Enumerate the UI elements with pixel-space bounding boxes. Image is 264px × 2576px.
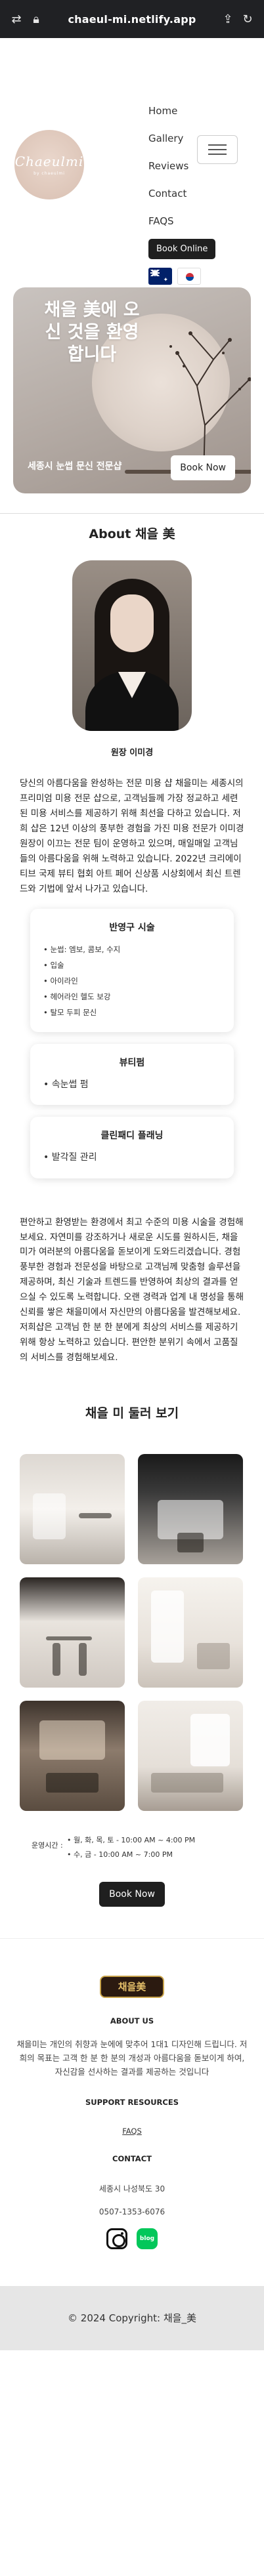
tabs-icon[interactable]: ⇄ [11,12,22,26]
site-header: Chaeulmi by chaeulmi Home Gallery Review… [0,38,264,285]
service-item: 속눈썹 펌 [43,1077,221,1093]
main-nav: Home Gallery Reviews Contact FAQS Book O… [148,104,216,259]
site-footer: 채을美 ABOUT US 채을미는 개인의 취향과 눈에에 맞추어 1대1 디자… [0,1938,264,2350]
hero-title: 채을 美에 오신 것을 환영합니다 [44,300,140,365]
footer-logo[interactable]: 채을美 [100,1975,164,1998]
service-item: 헤어라인 헬도 보강 [43,989,221,1005]
footer-contact-heading: CONTACT [112,2153,152,2163]
about-title: About 채을 美 [89,527,175,541]
hours-line: 수, 금 - 10:00 AM ~ 7:00 PM [67,1848,195,1862]
footer-about-text: 채을미는 개인의 취향과 눈에에 맞추어 1대1 디자인해 드립니다. 저희의 … [16,2039,248,2077]
gallery-title: 채을 미 둘러 보기 [85,1405,179,1421]
about-paragraph-2: 편안하고 환영받는 환경에서 최고 수준의 미용 시술을 경험해 보세요. 자연… [20,1216,244,1363]
english-flag-icon[interactable] [148,268,172,285]
book-now-button[interactable]: Book Now [99,1881,165,1907]
book-online-button[interactable]: Book Online [148,239,216,259]
address-bar[interactable]: chaeul-mi.netlify.app [50,13,214,26]
hours-line: 월, 화, 목, 토 - 10:00 AM ~ 4:00 PM [67,1833,195,1848]
director-caption: 원장 이미경 [110,748,154,758]
gallery-grid [20,1453,264,1811]
logo-subtext: by chaeulmi [33,171,65,176]
footer-address: 세종시 나성북도 30 [99,2184,165,2193]
service-item: 눈썹: 엠보, 콤보, 수지 [43,942,221,957]
hero-banner: 채을 美에 오신 것을 환영합니다 세종시 눈썹 문신 전문샵 Book Now [13,287,251,493]
footer-faqs-link[interactable]: FAQS [0,2127,264,2136]
social-links: blog [0,2228,264,2249]
nav-home[interactable]: Home [148,97,215,125]
gallery-image[interactable] [20,1700,125,1811]
gallery-image[interactable] [138,1577,243,1688]
naver-blog-icon[interactable]: blog [137,2228,158,2249]
gallery-image[interactable] [138,1700,243,1811]
service-item: 입술 [43,957,221,973]
reload-icon[interactable]: ↻ [242,12,253,26]
browser-bar: ⇄ 🔒︎ chaeul-mi.netlify.app ⇪ ↻ [0,0,264,38]
service-card-pedi: 클린패디 플래닝 발각질 관리 [30,1117,234,1178]
hamburger-icon [208,144,227,146]
hero-book-now-button[interactable]: Book Now [171,455,235,480]
language-switcher [148,268,201,285]
gallery-image[interactable] [20,1577,125,1688]
about-paragraph-1: 당신의 아름다움을 완성하는 전문 미용 샵 채을미는 세종시의 프리미엄 미용… [20,778,244,894]
footer-support-heading: SUPPORT RESOURCES [85,2097,179,2107]
lock-icon: 🔒︎ [33,12,39,26]
service-item: 탈모 두피 문신 [43,1005,221,1020]
logo-text: Chaeulmi [14,154,84,169]
korean-flag-icon[interactable] [177,268,201,285]
service-card-title: 클린패디 플래닝 [100,1131,164,1142]
hours-label: 운영시간 : [32,1840,63,1850]
gallery-image[interactable] [20,1453,125,1564]
director-photo [72,560,192,731]
service-item: 발각질 관리 [43,1150,221,1166]
nav-faqs[interactable]: FAQS [148,207,215,235]
footer-about-heading: ABOUT US [110,2016,154,2025]
service-item: 아이라인 [43,973,221,989]
nav-contact[interactable]: Contact [148,180,215,207]
hero-subtitle: 세종시 눈썹 문신 전문샵 [28,461,122,472]
service-card-semi-permanent: 반영구 시술 눈썹: 엠보, 콤보, 수지 입술 아이라인 헤어라인 헬도 보강… [30,908,234,1033]
menu-toggle-button[interactable] [197,135,238,164]
instagram-icon[interactable] [106,2228,127,2249]
gallery-image[interactable] [138,1453,243,1564]
share-icon[interactable]: ⇪ [222,12,234,26]
footer-phone[interactable]: 0507-1353-6076 [0,2207,264,2216]
service-card-title: 반영구 시술 [109,922,155,933]
business-hours: 운영시간 : 월, 화, 목, 토 - 10:00 AM ~ 4:00 PM 수… [32,1833,264,1862]
service-card-beauty-perm: 뷰티펌 속눈썹 펌 [30,1044,234,1106]
site-logo[interactable]: Chaeulmi by chaeulmi [14,130,84,199]
service-card-title: 뷰티펌 [119,1058,145,1069]
copyright: © 2024 Copyright: 채을_美 [0,2285,264,2350]
